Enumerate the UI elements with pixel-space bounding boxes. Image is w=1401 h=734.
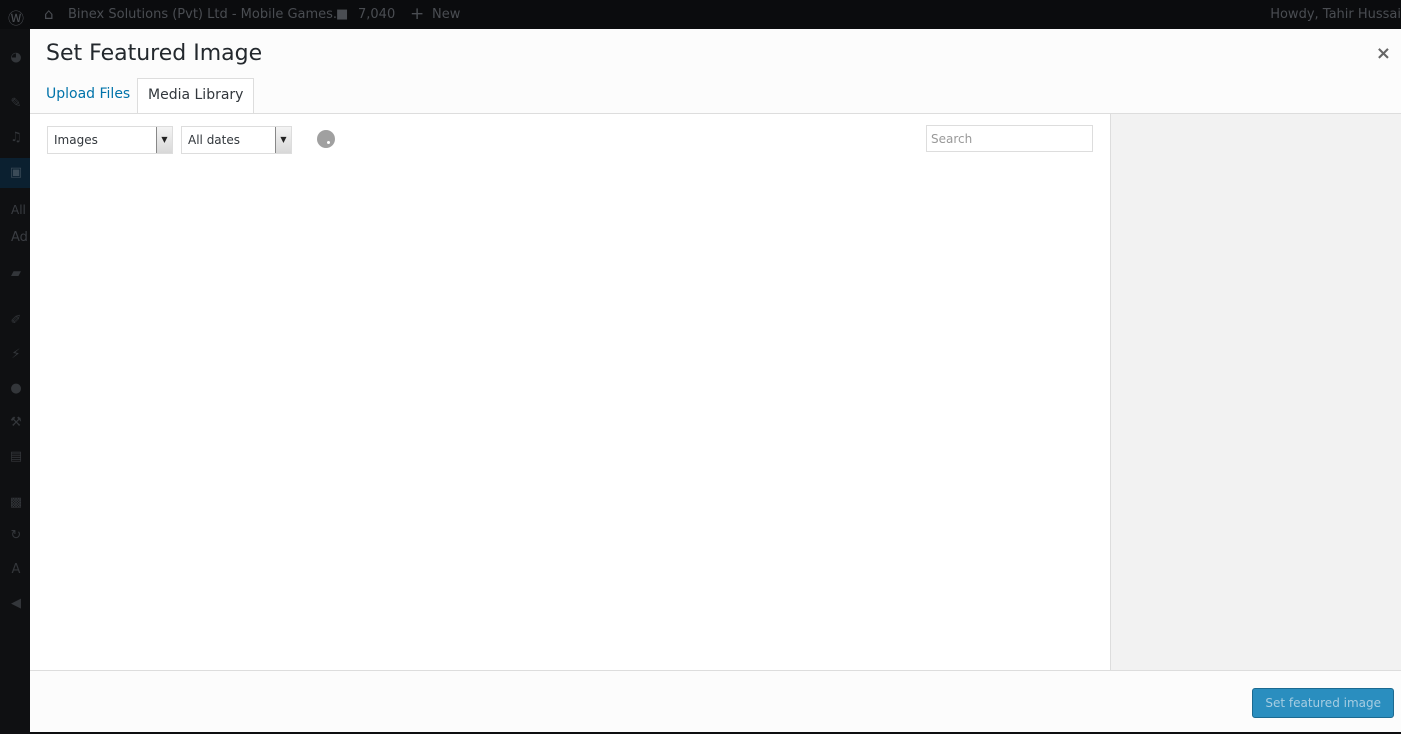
- search-input[interactable]: [926, 125, 1093, 152]
- user-greeting[interactable]: Howdy, Tahir Hussai: [1270, 7, 1401, 22]
- tools-icon[interactable]: ⚒: [9, 416, 23, 430]
- thumbs-up-icon[interactable]: ▩: [9, 496, 23, 510]
- media-content: Images ▼ All dates ▼: [30, 113, 1111, 670]
- submenu-add[interactable]: Ad: [11, 230, 28, 245]
- featured-image-modal: Set Featured Image × Upload Files Media …: [30, 29, 1401, 732]
- sidebar-active-pages[interactable]: ▣: [0, 158, 30, 188]
- chevron-down-icon: ▼: [156, 127, 172, 153]
- attachment-details-panel: [1111, 113, 1401, 670]
- collapse-icon[interactable]: ◀: [9, 597, 23, 611]
- submenu-all[interactable]: All: [11, 203, 26, 217]
- tab-media-library[interactable]: Media Library: [137, 78, 255, 114]
- plugins-icon[interactable]: ⚡: [9, 348, 23, 362]
- tab-upload-files[interactable]: Upload Files: [36, 78, 140, 114]
- new-link[interactable]: New: [432, 7, 460, 22]
- media-icon[interactable]: ♫: [9, 131, 23, 145]
- chevron-down-icon: ▼: [275, 127, 291, 153]
- admin-sidebar: ◕ ✎ ♫ ▣ All Ad ▰ ✐ ⚡ ● ⚒ ▤ ▩ ↻ A ◀: [0, 29, 30, 734]
- wordpress-logo-icon[interactable]: Ⓦ: [8, 5, 24, 29]
- comments-count[interactable]: 7,040: [358, 7, 395, 22]
- media-type-select[interactable]: Images ▼: [47, 126, 173, 154]
- modal-title: Set Featured Image: [46, 41, 263, 66]
- home-icon: ⌂: [44, 5, 54, 23]
- loading-spinner-icon: [317, 130, 335, 148]
- appearance-icon[interactable]: ✐: [9, 314, 23, 328]
- admin-bar: Ⓦ ⌂ Binex Solutions (Pvt) Ltd - Mobile G…: [0, 0, 1401, 29]
- set-featured-image-button[interactable]: Set featured image: [1252, 688, 1394, 718]
- close-icon[interactable]: ×: [1376, 43, 1391, 64]
- font-icon[interactable]: A: [9, 563, 23, 577]
- pin-icon[interactable]: ✎: [9, 97, 23, 111]
- dashboard-icon[interactable]: ◕: [9, 51, 23, 65]
- plus-icon: +: [410, 4, 425, 24]
- modal-toolbar: Set featured image: [30, 670, 1401, 732]
- media-type-value: Images: [54, 133, 98, 147]
- refresh-icon[interactable]: ↻: [9, 529, 23, 543]
- pages-icon: ▣: [9, 165, 23, 180]
- settings-icon[interactable]: ▤: [9, 450, 23, 464]
- users-icon[interactable]: ●: [9, 382, 23, 396]
- date-filter-value: All dates: [188, 133, 241, 147]
- comments-icon: ■: [336, 7, 349, 22]
- comments-icon[interactable]: ▰: [9, 267, 23, 281]
- date-filter-select[interactable]: All dates ▼: [181, 126, 292, 154]
- site-name-link[interactable]: Binex Solutions (Pvt) Ltd - Mobile Games…: [68, 7, 345, 22]
